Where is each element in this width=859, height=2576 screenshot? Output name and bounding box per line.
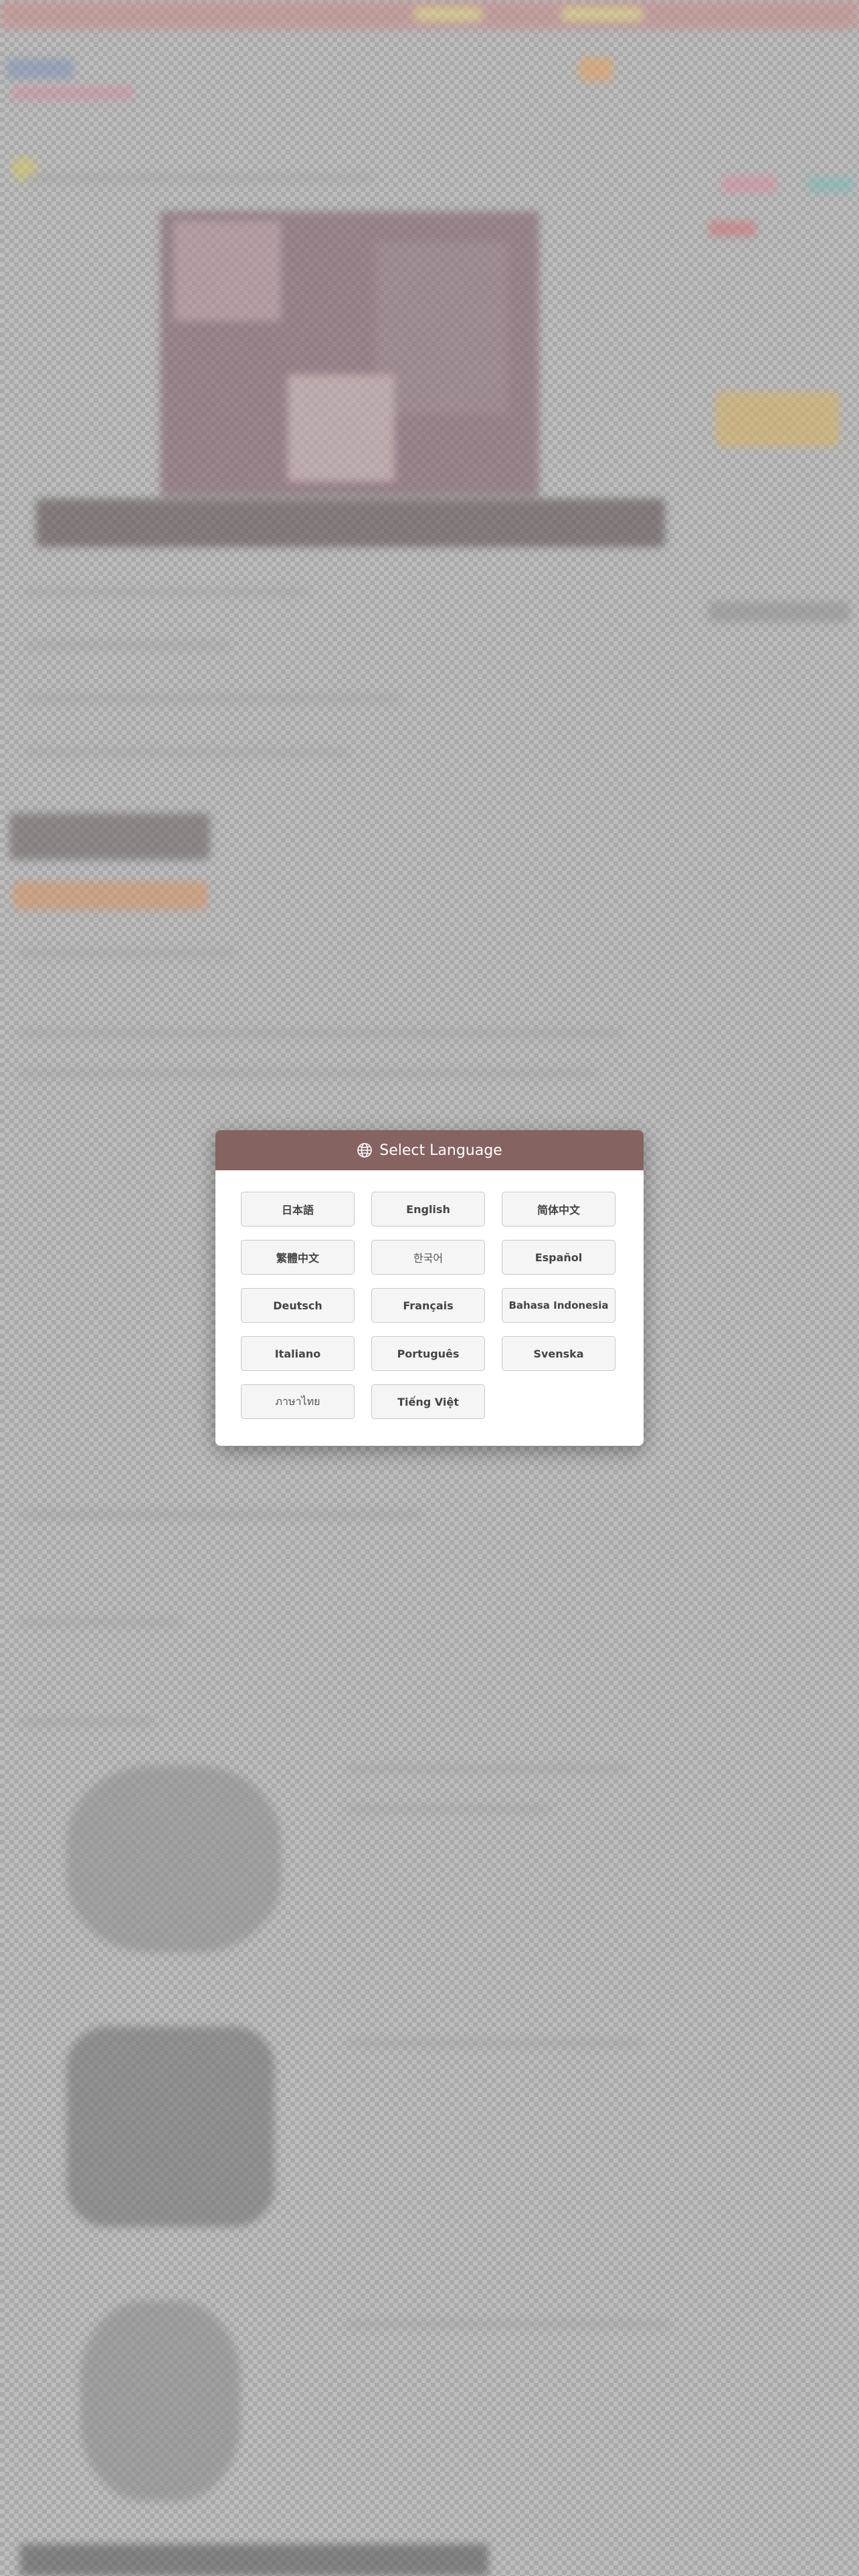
- article-title: [27, 175, 375, 182]
- content-button: [13, 881, 207, 909]
- cover-image-detail: [174, 221, 281, 321]
- modal-header: Select Language: [215, 1130, 644, 1170]
- text-line: [27, 588, 308, 595]
- site-tagline: [12, 87, 132, 100]
- text-line: [27, 642, 227, 649]
- sidebar-tag: [723, 177, 776, 193]
- text-line: [20, 1511, 421, 1518]
- language-option-french[interactable]: Français: [371, 1288, 485, 1323]
- text-line: [348, 1765, 629, 1772]
- sidebar-block: [709, 602, 850, 622]
- text-line: [348, 1806, 549, 1812]
- cover-image-detail: [375, 241, 508, 415]
- language-option-vietnamese[interactable]: Tiếng Việt: [371, 1384, 485, 1419]
- language-option-spanish[interactable]: Español: [502, 1240, 615, 1275]
- text-line: [27, 695, 401, 702]
- language-option-korean[interactable]: 한국어: [371, 1240, 485, 1275]
- sketch-image: [67, 2026, 274, 2227]
- language-option-italian[interactable]: Italiano: [241, 1336, 355, 1371]
- modal-title: Select Language: [379, 1142, 502, 1159]
- text-line: [20, 950, 234, 956]
- header-badge: [579, 58, 613, 82]
- text-line: [348, 2321, 669, 2327]
- sidebar-tag: [807, 177, 854, 193]
- text-line: [20, 1030, 622, 1037]
- sketch-image: [67, 1765, 281, 1953]
- text-line: [20, 1719, 154, 1725]
- text-line: [27, 749, 348, 756]
- text-line: [20, 1070, 595, 1077]
- text-line: [20, 1618, 181, 1625]
- thumbnail-strip: [36, 499, 665, 547]
- language-option-simplified-chinese[interactable]: 简体中文: [502, 1192, 615, 1226]
- nav-highlight: [562, 7, 642, 21]
- site-logo: [7, 59, 74, 79]
- language-option-traditional-chinese[interactable]: 繁體中文: [241, 1240, 355, 1275]
- sidebar-tag: [709, 221, 756, 237]
- language-option-portuguese[interactable]: Português: [371, 1336, 485, 1371]
- language-option-japanese[interactable]: 日本語: [241, 1192, 355, 1226]
- language-grid: 日本語 English 简体中文 繁體中文 한국어 Español Deutsc…: [241, 1192, 615, 1419]
- sketch-image: [80, 2300, 241, 2501]
- language-modal: Select Language 日本語 English 简体中文 繁體中文 한국…: [215, 1130, 644, 1446]
- text-line: [348, 2040, 642, 2046]
- language-option-swedish[interactable]: Svenska: [502, 1336, 615, 1371]
- footer-bar: [20, 2544, 488, 2576]
- sidebar-banner: [716, 392, 839, 447]
- language-option-thai[interactable]: ภาษาไทย: [241, 1384, 355, 1419]
- language-option-english[interactable]: English: [371, 1192, 485, 1226]
- globe-icon: [357, 1142, 373, 1158]
- cover-image-detail: [288, 374, 395, 481]
- content-banner: [9, 813, 210, 860]
- language-option-german[interactable]: Deutsch: [241, 1288, 355, 1323]
- nav-highlight: [415, 7, 482, 21]
- language-option-indonesian[interactable]: Bahasa Indonesia: [502, 1288, 615, 1323]
